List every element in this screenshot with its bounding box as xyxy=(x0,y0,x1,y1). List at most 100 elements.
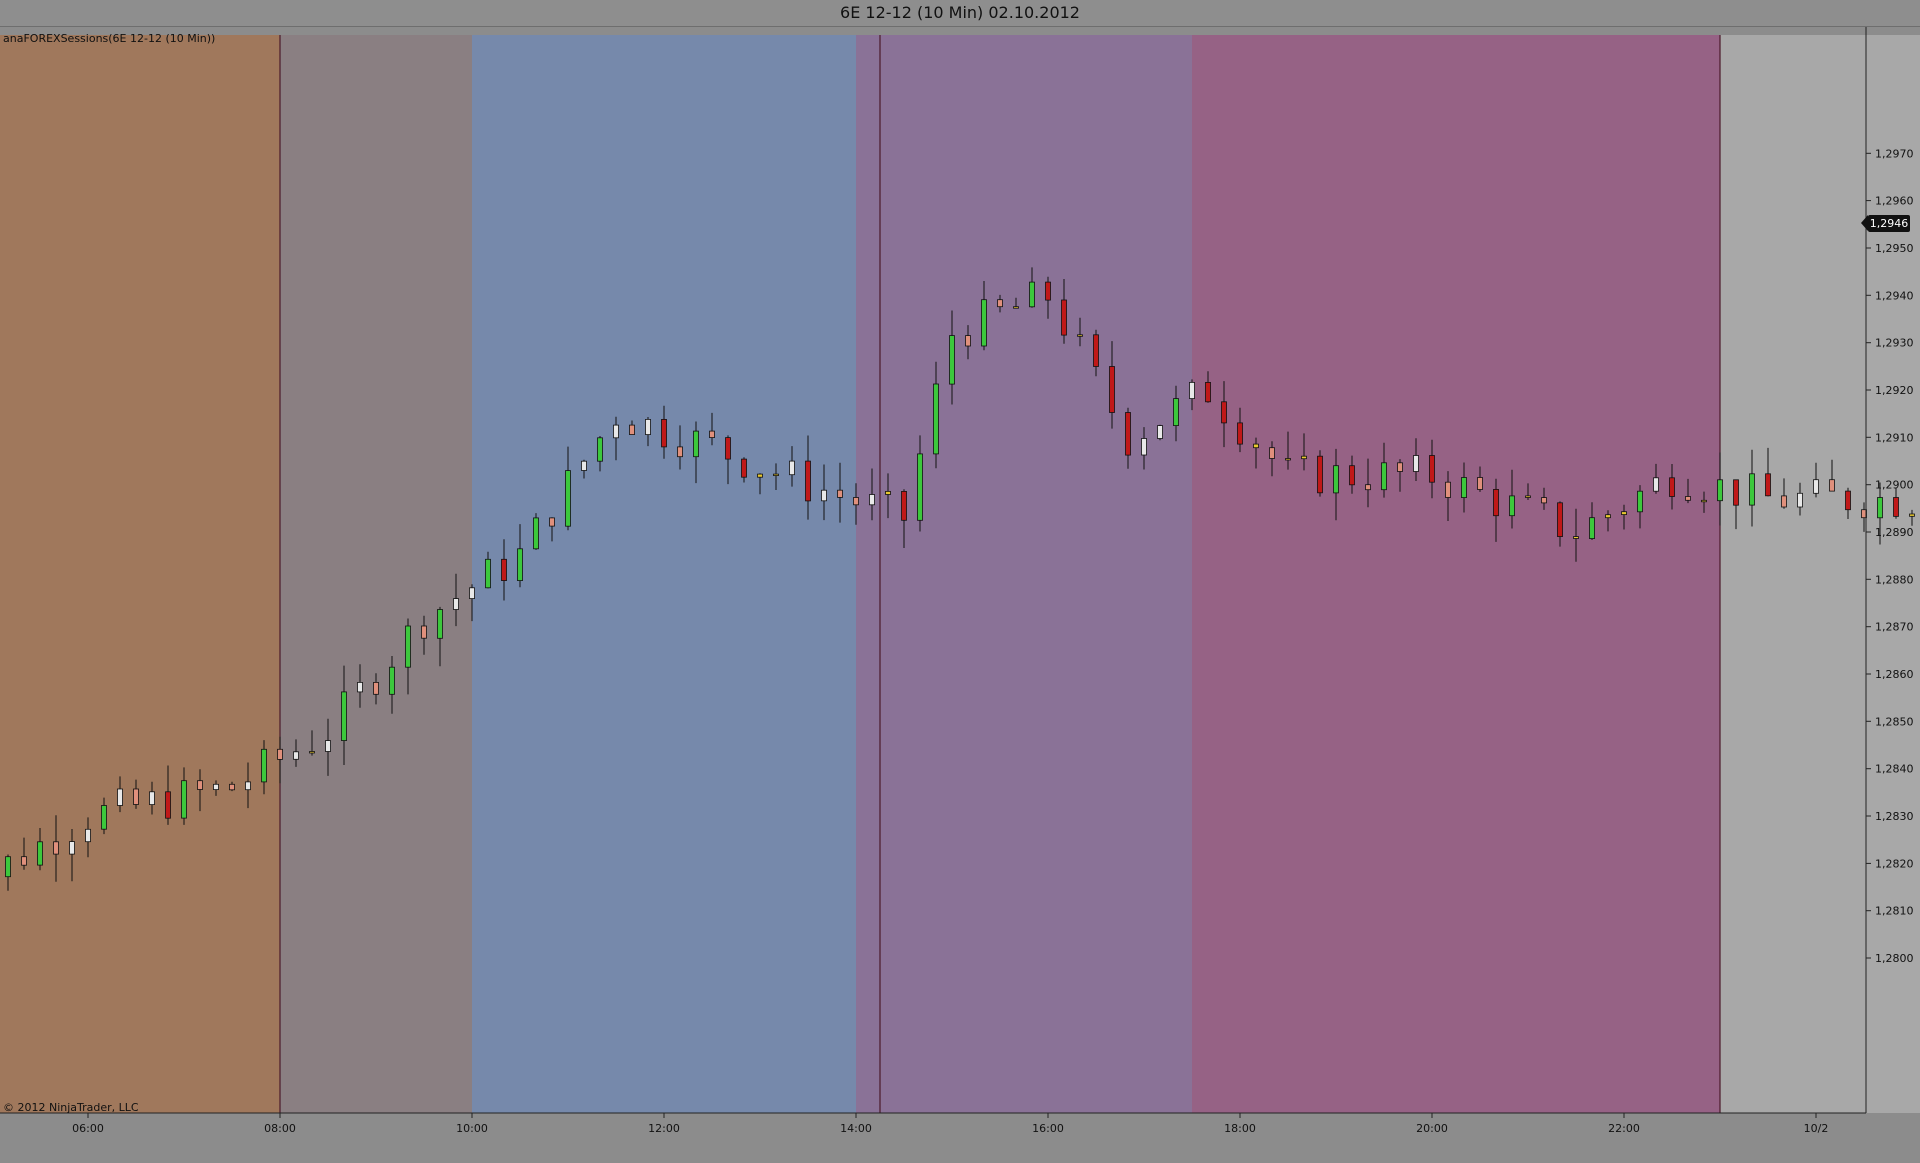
candle-body xyxy=(837,489,843,498)
candle-body xyxy=(1749,473,1755,506)
price-tick-label: 1,2900 xyxy=(1875,479,1914,492)
candle-body xyxy=(1829,479,1835,492)
price-tick-label: 1,2810 xyxy=(1875,905,1914,918)
candle-body xyxy=(1397,462,1403,472)
candle-body xyxy=(725,437,731,460)
candle-body xyxy=(421,625,427,639)
candle-body xyxy=(1157,425,1163,439)
candle-body xyxy=(1685,496,1691,501)
time-tick-label: 18:00 xyxy=(1224,1122,1256,1135)
candle-body xyxy=(949,335,955,385)
candle-body xyxy=(229,783,235,791)
candle-body xyxy=(1237,422,1243,445)
candle-body xyxy=(1461,477,1467,499)
session-bands xyxy=(0,35,1920,1113)
candle-body xyxy=(1605,514,1611,519)
candle-body xyxy=(1445,481,1451,498)
candle-body xyxy=(1365,484,1371,491)
window-title: 6E 12-12 (10 Min) 02.10.2012 xyxy=(0,0,1920,27)
price-tick-label: 1,2940 xyxy=(1875,289,1914,302)
candle-body xyxy=(341,691,347,742)
candle-body xyxy=(1173,398,1179,427)
candle-body xyxy=(181,780,187,819)
candle-body xyxy=(1301,455,1307,460)
candle-body xyxy=(133,788,139,805)
price-tick-label: 1,2970 xyxy=(1875,147,1914,160)
candle-body xyxy=(997,299,1003,308)
price-tick-label: 1,2880 xyxy=(1875,573,1914,586)
price-tick-label: 1,2850 xyxy=(1875,715,1914,728)
candle-body xyxy=(1493,488,1499,517)
candle-body xyxy=(549,517,555,527)
candle-body xyxy=(501,558,507,581)
price-tick-label: 1,2860 xyxy=(1875,668,1914,681)
candle-body xyxy=(1541,497,1547,504)
candle-body xyxy=(773,473,779,477)
time-tick-label: 22:00 xyxy=(1608,1122,1640,1135)
candle-body xyxy=(1349,465,1355,486)
candle-body xyxy=(613,424,619,439)
time-tick-label: 10:00 xyxy=(456,1122,488,1135)
price-tick-label: 1,2960 xyxy=(1875,195,1914,208)
price-tick-label: 1,2830 xyxy=(1875,810,1914,823)
candle-body xyxy=(389,666,395,695)
candle-body xyxy=(1061,299,1067,336)
candle-body xyxy=(1093,334,1099,367)
candle-body xyxy=(821,489,827,502)
time-tick-label: 20:00 xyxy=(1416,1122,1448,1135)
candle-body xyxy=(1733,479,1739,506)
candle-body xyxy=(1621,511,1627,516)
candle-body xyxy=(1141,438,1147,456)
candle-body xyxy=(1317,455,1323,494)
candle-body xyxy=(117,788,123,806)
candle-body xyxy=(1077,334,1083,337)
copyright-label: © 2012 NinjaTrader, LLC xyxy=(3,1101,139,1114)
candle-body xyxy=(901,490,907,521)
last-price-badge: 1,2946 xyxy=(1861,215,1910,232)
candle-body xyxy=(437,609,443,639)
session-band-4 xyxy=(856,35,1192,1113)
candle-body xyxy=(1045,281,1051,301)
candle-body xyxy=(1221,401,1227,424)
candle-body xyxy=(1333,465,1339,494)
candle-body xyxy=(1781,495,1787,508)
price-tick-label: 1,2840 xyxy=(1875,763,1914,776)
candle-body xyxy=(469,587,475,599)
candle-body xyxy=(1381,462,1387,491)
candle-body xyxy=(1909,513,1915,517)
candle-body xyxy=(85,828,91,843)
candle-body xyxy=(709,430,715,439)
price-tick-label: 1,2800 xyxy=(1875,952,1914,965)
candle-body xyxy=(581,460,587,471)
candle-body xyxy=(1765,473,1771,497)
candle-body xyxy=(373,682,379,695)
candle-body xyxy=(1109,366,1115,413)
candle-body xyxy=(1637,490,1643,513)
candle-body xyxy=(1189,381,1195,399)
candle-body xyxy=(149,791,155,805)
candle-body xyxy=(261,748,267,783)
candle-body xyxy=(69,841,75,855)
candle-body xyxy=(325,740,331,752)
candle-body xyxy=(1205,381,1211,403)
candle-body xyxy=(533,517,539,550)
time-tick-label: 14:00 xyxy=(840,1122,872,1135)
candle-body xyxy=(405,625,411,668)
time-tick-label: 10/2 xyxy=(1804,1122,1829,1135)
chart-panel[interactable]: 1,2800 1,2810 1,2820 1,2830 1,2840 1,2850 1,28… xyxy=(0,27,1920,1163)
price-tick-label: 1,2910 xyxy=(1875,431,1914,444)
candle-body xyxy=(485,558,491,589)
candle-body xyxy=(1525,495,1531,498)
candle-body xyxy=(53,841,59,855)
price-tick-label: 1,2870 xyxy=(1875,621,1914,634)
candle-body xyxy=(1813,479,1819,494)
candlestick-chart[interactable]: 1,2800 1,2810 1,2820 1,2830 1,2840 1,2850 1,28… xyxy=(0,27,1920,1159)
candle-body xyxy=(565,470,571,527)
candle-body xyxy=(1013,306,1019,309)
session-band-5 xyxy=(1192,35,1720,1113)
candle-body xyxy=(789,460,795,476)
candle-body xyxy=(853,497,859,506)
candle-body xyxy=(677,446,683,458)
candle-body xyxy=(21,856,27,866)
candle-body xyxy=(453,598,459,610)
